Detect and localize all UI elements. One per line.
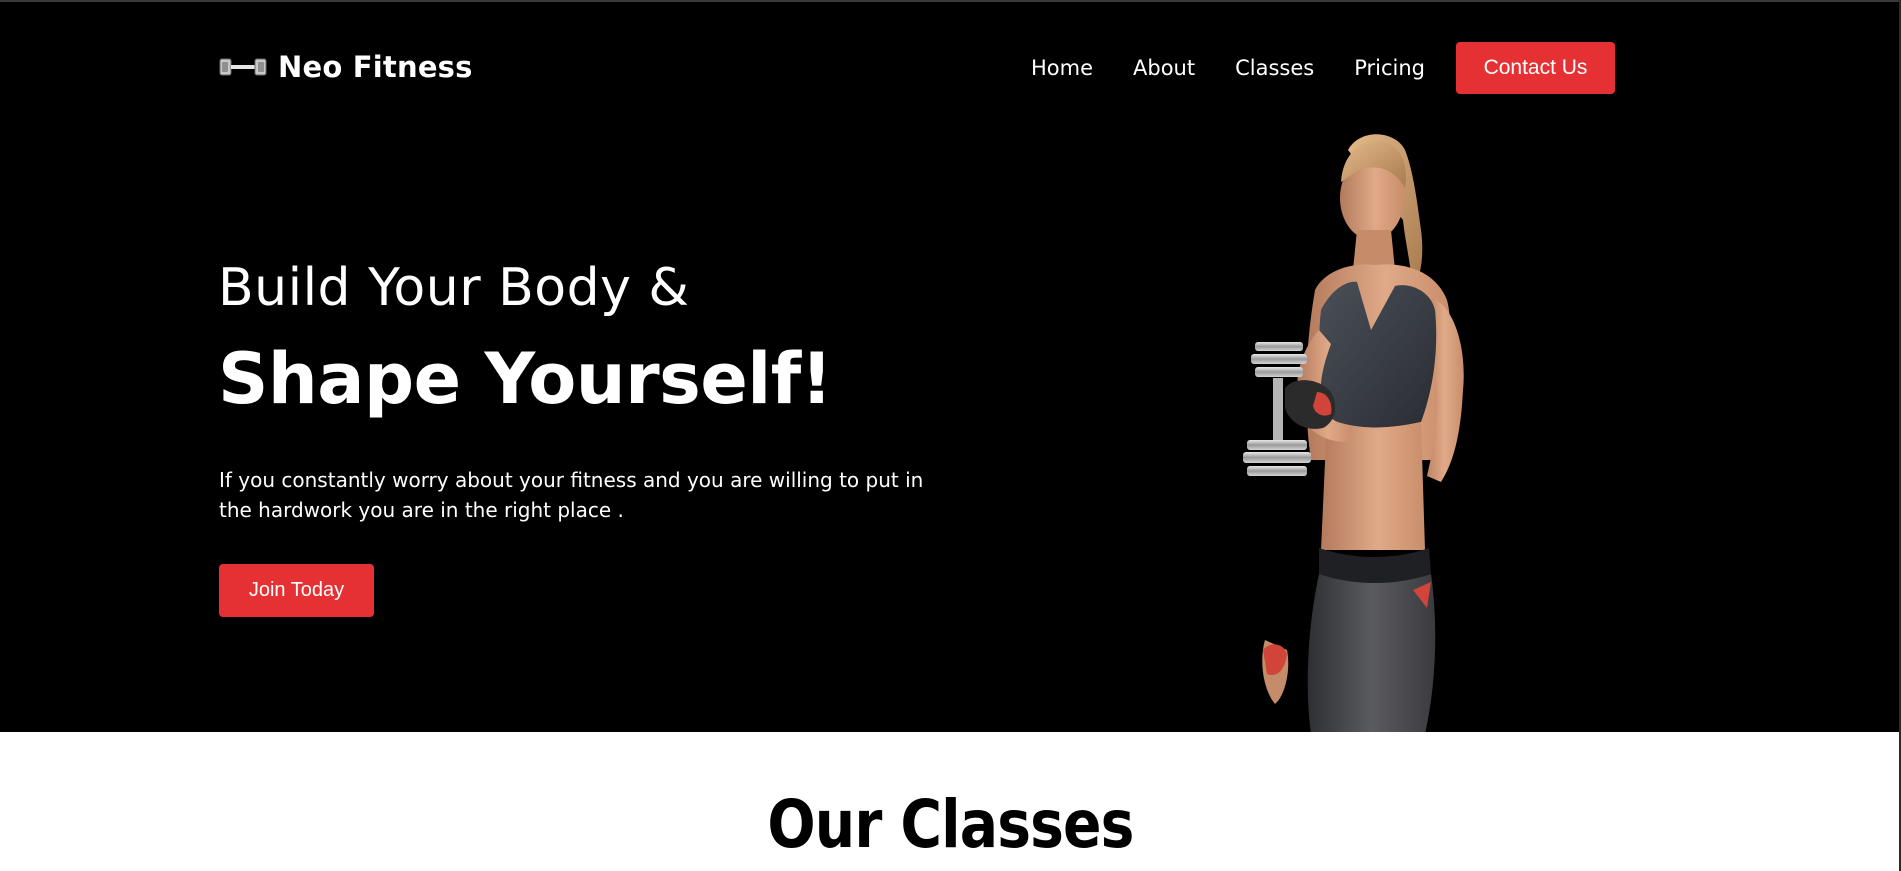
hero-headline-line1: Build Your Body & — [218, 258, 690, 318]
nav-item-home[interactable]: Home — [1031, 56, 1093, 80]
hero-figure-image — [1243, 134, 1464, 732]
join-today-button[interactable]: Join Today — [219, 564, 374, 617]
nav-item-classes[interactable]: Classes — [1235, 56, 1314, 80]
hero-tagline: If you constantly worry about your fitne… — [219, 468, 924, 522]
nav-item-about[interactable]: About — [1133, 56, 1195, 80]
section-title-our-classes: Our Classes — [767, 786, 1134, 863]
brand-name: Neo Fitness — [278, 50, 473, 84]
main-nav: Home About Classes Pricing — [1031, 56, 1465, 80]
hero-section: Neo Fitness Home About Classes Pricing C… — [0, 2, 1901, 732]
dumbbell-icon — [219, 58, 267, 76]
contact-us-button[interactable]: Contact Us — [1456, 42, 1615, 94]
brand-logo[interactable]: Neo Fitness — [219, 50, 473, 84]
nav-item-pricing[interactable]: Pricing — [1354, 56, 1425, 80]
hero-headline-line2: Shape Yourself! — [218, 338, 833, 420]
